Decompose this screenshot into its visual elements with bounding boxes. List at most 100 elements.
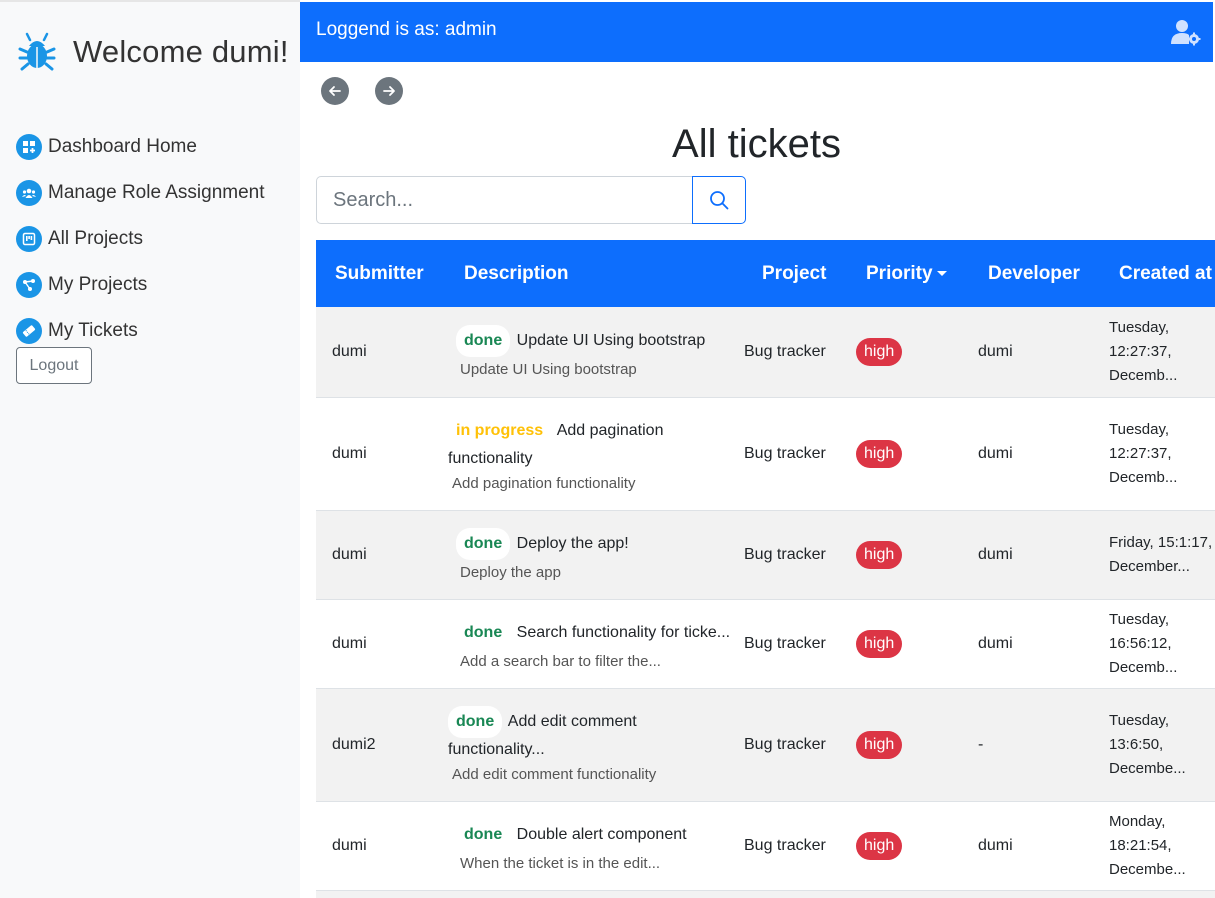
page-title: All tickets	[672, 122, 841, 166]
submitter-cell: dumi	[332, 545, 367, 563]
developer-cell: dumi	[978, 342, 1013, 360]
created-line: Decembe...	[1109, 860, 1186, 878]
sidebar-item-all-projects[interactable]: All Projects	[16, 216, 265, 262]
created-line: 16:56:12,	[1109, 634, 1172, 652]
header-project[interactable]: Project	[744, 240, 846, 307]
sidebar-nav: Dashboard Home Manage Role Assignment Al…	[16, 124, 265, 354]
sidebar-item-label: My Projects	[48, 274, 148, 295]
created-line: Decembe...	[1109, 759, 1186, 777]
header-created-at[interactable]: Created at	[1099, 240, 1215, 307]
created-line: Tuesday,	[1109, 711, 1170, 729]
created-line: 12:27:37,	[1109, 342, 1172, 360]
status-badge: done	[456, 617, 511, 649]
back-button[interactable]	[321, 77, 349, 105]
table-row[interactable]: dumi in progress Add pagination function…	[316, 397, 1215, 510]
forward-button[interactable]	[375, 77, 403, 105]
header-developer[interactable]: Developer	[968, 240, 1099, 307]
ticket-description: When the ticket is in the edit...	[460, 855, 661, 872]
ticket-title[interactable]: Search functionality for ticke...	[517, 624, 730, 641]
submitter-cell: dumi	[332, 444, 367, 462]
project-cell: Bug tracker	[744, 836, 826, 854]
topbar: Loggend is as: admin	[300, 2, 1213, 62]
header-description[interactable]: Description	[448, 240, 744, 307]
sort-caret-icon	[936, 270, 947, 276]
search-bar	[316, 176, 746, 224]
header-priority[interactable]: Priority	[846, 240, 968, 307]
status-badge: done	[456, 325, 511, 358]
ticket-description: Add pagination functionality	[452, 475, 636, 492]
search-input[interactable]	[316, 176, 692, 224]
brand: Welcome dumi!	[18, 32, 289, 72]
app-root: Welcome dumi! Dashboard Home Manage Role…	[0, 0, 1215, 898]
developer-cell: dumi	[978, 545, 1013, 563]
created-line: Decemb...	[1109, 366, 1178, 384]
logout-button[interactable]: Logout	[16, 347, 92, 384]
project-cell: Bug tracker	[744, 634, 826, 652]
ticket-description: Deploy the app	[460, 564, 561, 581]
priority-badge: high	[856, 730, 903, 759]
sidebar-item-manage-role-assignment[interactable]: Manage Role Assignment	[16, 170, 265, 216]
submitter-cell: dumi	[332, 634, 367, 652]
tickets-table: Submitter Description Project Priority D…	[316, 240, 1215, 898]
table-row[interactable]: dumi done Update UI Using bootstrap Upda…	[316, 307, 1215, 397]
priority-badge: high	[856, 439, 903, 468]
created-line: Tuesday,	[1109, 610, 1170, 628]
sidebar-item-my-projects[interactable]: My Projects	[16, 262, 265, 308]
created-line: Monday,	[1109, 812, 1166, 830]
created-line: 13:6:50,	[1109, 735, 1164, 753]
table-row[interactable]: dumi2 done Add edit comment functionalit…	[316, 688, 1215, 801]
priority-badge: high	[856, 831, 903, 860]
sidebar-item-label: All Projects	[48, 228, 144, 249]
submitter-cell: dumi	[332, 836, 367, 854]
table-header-row: Submitter Description Project Priority D…	[316, 240, 1215, 307]
developer-cell: dumi	[978, 634, 1013, 652]
ticket-icon	[16, 318, 42, 344]
developer-cell: -	[978, 735, 984, 753]
created-line: December...	[1109, 557, 1190, 575]
main-content: All tickets Submitter Description Projec…	[300, 62, 1215, 898]
table-row[interactable]	[316, 890, 1215, 898]
created-line: 18:21:54,	[1109, 836, 1172, 854]
search-button[interactable]	[692, 176, 746, 224]
sidebar: Welcome dumi! Dashboard Home Manage Role…	[0, 0, 300, 898]
project-cell: Bug tracker	[744, 444, 826, 462]
project-cell: Bug tracker	[744, 545, 826, 563]
header-priority-label: Priority	[866, 262, 933, 284]
project-cell: Bug tracker	[744, 342, 826, 360]
status-badge: done	[456, 819, 511, 851]
ticket-description: Update UI Using bootstrap	[460, 361, 637, 379]
share-nodes-icon	[16, 272, 42, 298]
tickets-body: dumi done Update UI Using bootstrap Upda…	[316, 307, 1215, 898]
ticket-title[interactable]: Update UI Using bootstrap	[517, 332, 706, 349]
developer-cell: dumi	[978, 836, 1013, 854]
priority-badge: high	[856, 629, 903, 658]
sidebar-item-dashboard-home[interactable]: Dashboard Home	[16, 124, 265, 170]
header-submitter[interactable]: Submitter	[316, 240, 448, 307]
ticket-title[interactable]: Double alert component	[517, 826, 687, 843]
welcome-text: Welcome dumi!	[73, 34, 289, 69]
priority-badge: high	[856, 337, 903, 366]
created-line: Tuesday,	[1109, 318, 1170, 336]
created-line: Tuesday,	[1109, 420, 1170, 438]
arrow-left-icon	[329, 86, 341, 96]
table-row[interactable]: dumi done Search functionality for ticke…	[316, 599, 1215, 688]
user-gear-icon[interactable]	[1171, 18, 1201, 46]
users-icon	[16, 180, 42, 206]
sidebar-item-label: Dashboard Home	[48, 136, 197, 157]
ticket-description: Add a search bar to filter the...	[460, 653, 661, 670]
status-badge: in progress	[448, 415, 552, 447]
table-row[interactable]: dumi done Deploy the app! Deploy the app…	[316, 510, 1215, 599]
ticket-description: Add edit comment functionality	[452, 766, 657, 783]
bug-icon	[18, 32, 56, 71]
table-row[interactable]: dumi done Double alert component When th…	[316, 801, 1215, 890]
sidebar-item-label: My Tickets	[48, 320, 138, 341]
created-line: Decemb...	[1109, 658, 1178, 676]
logged-in-text: Loggend is as: admin	[316, 19, 497, 40]
status-badge: done	[448, 706, 503, 738]
ticket-title[interactable]: Deploy the app!	[517, 535, 629, 552]
created-line: 12:27:37,	[1109, 444, 1172, 462]
kanban-icon	[16, 226, 42, 252]
submitter-cell: dumi	[332, 342, 367, 360]
search-icon	[710, 191, 729, 210]
dashboard-icon	[16, 134, 42, 160]
